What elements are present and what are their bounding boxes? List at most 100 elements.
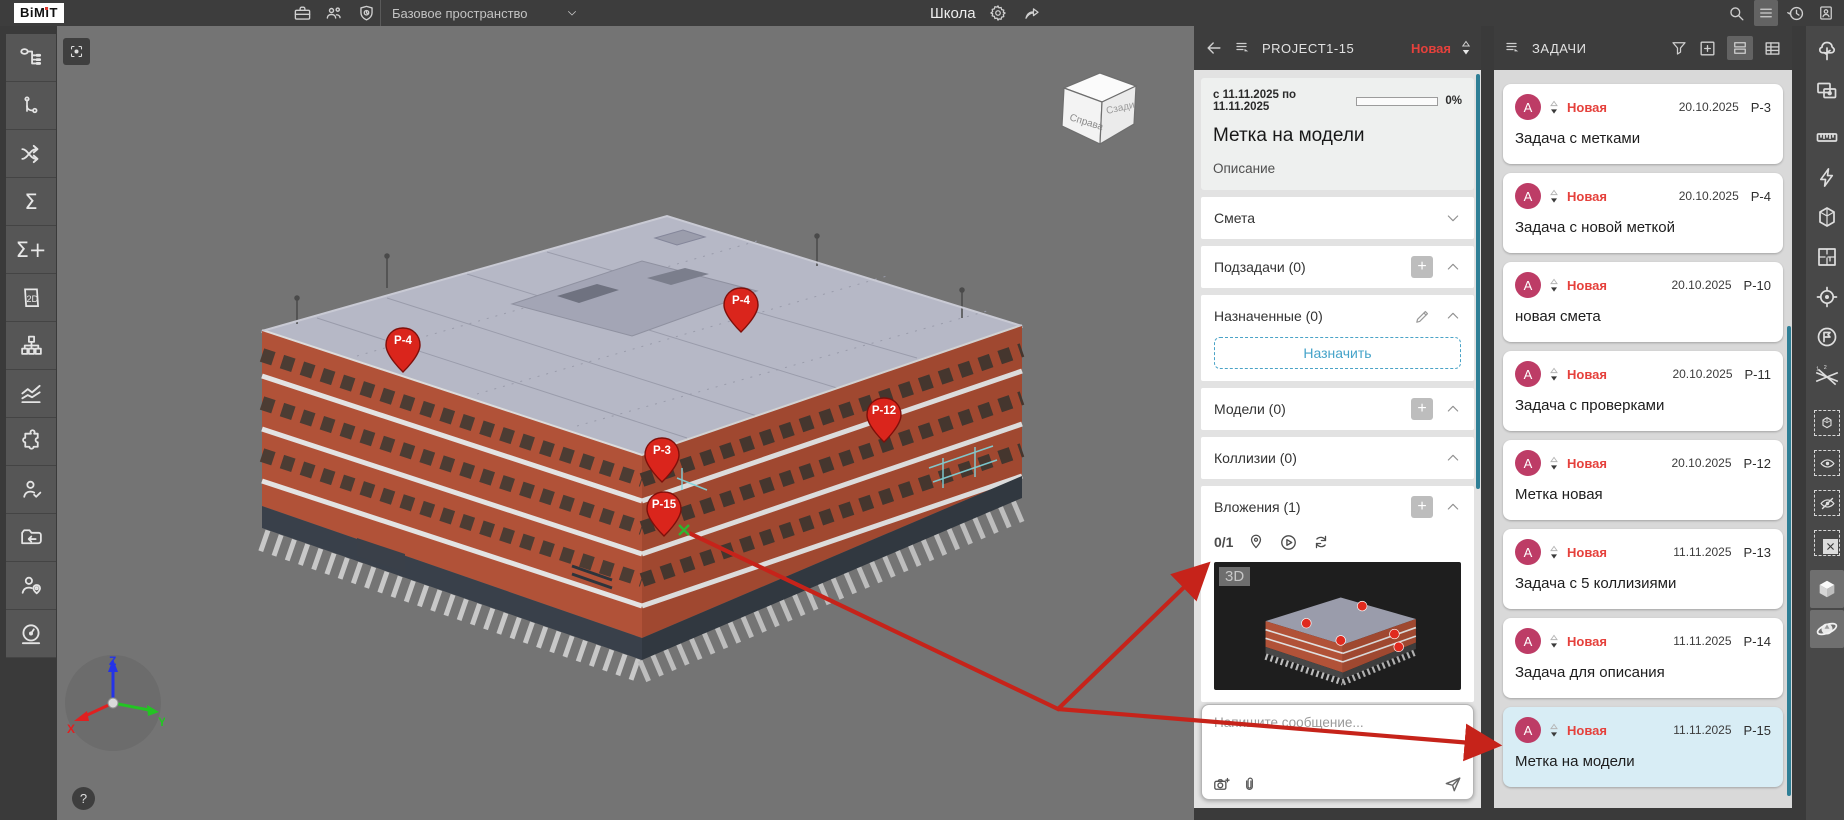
list-view-icon[interactable] <box>1754 0 1778 26</box>
send-message-button[interactable] <box>1443 774 1463 794</box>
section-models[interactable]: Модели (0) + <box>1201 388 1474 430</box>
model-pin[interactable]: P-3 <box>642 436 682 484</box>
playlist-icon[interactable] <box>1234 39 1252 57</box>
target-tool-button[interactable] <box>1810 278 1844 316</box>
select-visible-button[interactable] <box>1810 444 1844 482</box>
sidebar-org-chart-button[interactable] <box>6 322 56 370</box>
task-card[interactable]: А Новая 20.10.2025 P-4 Задача с новой ме… <box>1503 173 1783 253</box>
model-pin[interactable]: P-12 <box>864 396 904 444</box>
add-attachment-button[interactable]: + <box>1411 496 1433 518</box>
shield-icon[interactable] <box>354 0 378 26</box>
tasks-panel-scrollbar[interactable] <box>1787 326 1791 796</box>
back-button[interactable] <box>1204 38 1224 58</box>
select-cube-button[interactable] <box>1810 404 1844 442</box>
attachment-refresh-button[interactable] <box>1312 533 1330 551</box>
sidebar-sum-button[interactable]: Σ <box>6 178 56 226</box>
svg-text:2: 2 <box>1824 365 1827 371</box>
add-model-button[interactable]: + <box>1411 398 1433 420</box>
help-button[interactable]: ? <box>72 787 95 810</box>
attachment-play-button[interactable] <box>1279 533 1298 552</box>
search-icon[interactable] <box>1724 0 1748 26</box>
svg-text:2D: 2D <box>26 293 38 303</box>
task-card[interactable]: А Новая 20.10.2025 P-3 Задача с метками <box>1503 84 1783 164</box>
briefcase-icon[interactable] <box>290 0 314 26</box>
filter-button[interactable] <box>1670 39 1688 57</box>
task-card[interactable]: А Новая 11.11.2025 P-14 Задача для описа… <box>1503 618 1783 698</box>
message-box <box>1201 704 1474 800</box>
attachment-thumbnail[interactable]: 3D <box>1214 562 1461 690</box>
model-pin[interactable]: P-15 <box>644 490 684 538</box>
flag-tool-button[interactable] <box>1810 318 1844 356</box>
floor-plan-icon <box>1815 245 1839 269</box>
assignees-label: Назначенные (0) <box>1214 308 1414 324</box>
account-icon[interactable] <box>1814 0 1838 26</box>
add-task-button[interactable] <box>1698 39 1717 58</box>
section-subtasks[interactable]: Подзадачи (0) + <box>1201 246 1474 288</box>
team-icon[interactable] <box>322 0 346 26</box>
playlist-icon[interactable] <box>1504 39 1522 57</box>
sidebar-folder-transfer-button[interactable] <box>6 514 56 562</box>
sidebar-user-location-button[interactable] <box>6 562 56 610</box>
orbit-view-button[interactable] <box>1810 610 1844 648</box>
chevron-up-icon[interactable] <box>1445 401 1461 417</box>
workspace-select[interactable]: Базовое пространство <box>392 0 578 26</box>
select-clear-button[interactable] <box>1810 524 1844 562</box>
view-cube[interactable]: Справа Сзади <box>1052 64 1144 150</box>
task-card[interactable]: А Новая 20.10.2025 P-12 Метка новая <box>1503 440 1783 520</box>
priority-sort-icon[interactable] <box>1461 40 1471 56</box>
screens-capture-button[interactable] <box>1810 72 1844 110</box>
task-card-selected[interactable]: А Новая 11.11.2025 P-15 Метка на модели <box>1503 707 1783 787</box>
sidebar-user-check-button[interactable] <box>6 466 56 514</box>
solid-view-button[interactable] <box>1810 570 1844 608</box>
playlist-icon-glyph <box>1234 39 1252 57</box>
viewport-3d[interactable]: P-4 P-4 P-12 P-3 P-15 Справа Сзади <box>57 26 1194 820</box>
app-logo[interactable]: BiMiT <box>14 3 64 23</box>
axis-gizmo[interactable]: Z Y X <box>61 651 165 755</box>
chevron-up-icon[interactable] <box>1445 450 1461 466</box>
attach-screenshot-button[interactable] <box>1212 775 1231 794</box>
attach-file-button[interactable] <box>1241 776 1258 793</box>
building-model[interactable] <box>57 26 1194 820</box>
sidebar-2d-sheet-button[interactable]: 2D <box>6 274 56 322</box>
chevron-down-icon[interactable] <box>1445 210 1461 226</box>
add-subtask-button[interactable]: + <box>1411 256 1433 278</box>
progress-bar[interactable] <box>1356 97 1438 106</box>
history-icon[interactable] <box>1784 0 1808 26</box>
section-estimate[interactable]: Смета <box>1201 197 1474 239</box>
back-arrow-icon <box>1204 38 1224 58</box>
sidebar-gauge-button[interactable] <box>6 610 56 658</box>
model-pin[interactable]: P-4 <box>721 286 761 334</box>
select-hidden-button[interactable] <box>1810 484 1844 522</box>
gear-icon[interactable] <box>986 0 1010 26</box>
floor-plan-button[interactable] <box>1810 238 1844 276</box>
attachment-pin-button[interactable] <box>1247 533 1265 551</box>
merge-lines-off-button[interactable]: 12 <box>1810 358 1844 396</box>
chevron-up-icon[interactable] <box>1445 308 1461 324</box>
sidebar-shuffle-button[interactable] <box>6 130 56 178</box>
sidebar-git-branch-button[interactable] <box>6 82 56 130</box>
task-card[interactable]: А Новая 11.11.2025 P-13 Задача с 5 колли… <box>1503 529 1783 609</box>
sidebar-model-tree-button[interactable] <box>6 34 56 82</box>
priority-icon <box>1549 367 1559 382</box>
sidebar-line-chart-button[interactable] <box>6 370 56 418</box>
sidebar-puzzle-button[interactable] <box>6 418 56 466</box>
model-pin[interactable]: P-4 <box>383 326 423 374</box>
section-cube-button[interactable] <box>1810 198 1844 236</box>
flash-tool-button[interactable] <box>1810 158 1844 196</box>
ruler-tool-button[interactable] <box>1810 118 1844 156</box>
flag-circle-icon <box>1815 325 1839 349</box>
table-layout-button[interactable] <box>1763 39 1782 58</box>
share-icon[interactable] <box>1020 0 1044 26</box>
edit-assignees-button[interactable] <box>1414 308 1431 325</box>
assign-button[interactable]: Назначить <box>1214 337 1461 369</box>
detail-panel-scrollbar[interactable] <box>1476 74 1480 489</box>
task-card[interactable]: А Новая 20.10.2025 P-11 Задача с проверк… <box>1503 351 1783 431</box>
sidebar-sum-add-button[interactable]: Σ+ <box>6 226 56 274</box>
chevron-up-icon[interactable] <box>1445 499 1461 515</box>
tree-tool-button[interactable] <box>1810 32 1844 70</box>
list-layout-button[interactable] <box>1727 36 1753 60</box>
section-collisions[interactable]: Коллизии (0) <box>1201 437 1474 479</box>
task-card[interactable]: А Новая 20.10.2025 P-10 новая смета <box>1503 262 1783 342</box>
chevron-up-icon[interactable] <box>1445 259 1461 275</box>
message-input[interactable] <box>1212 713 1467 769</box>
